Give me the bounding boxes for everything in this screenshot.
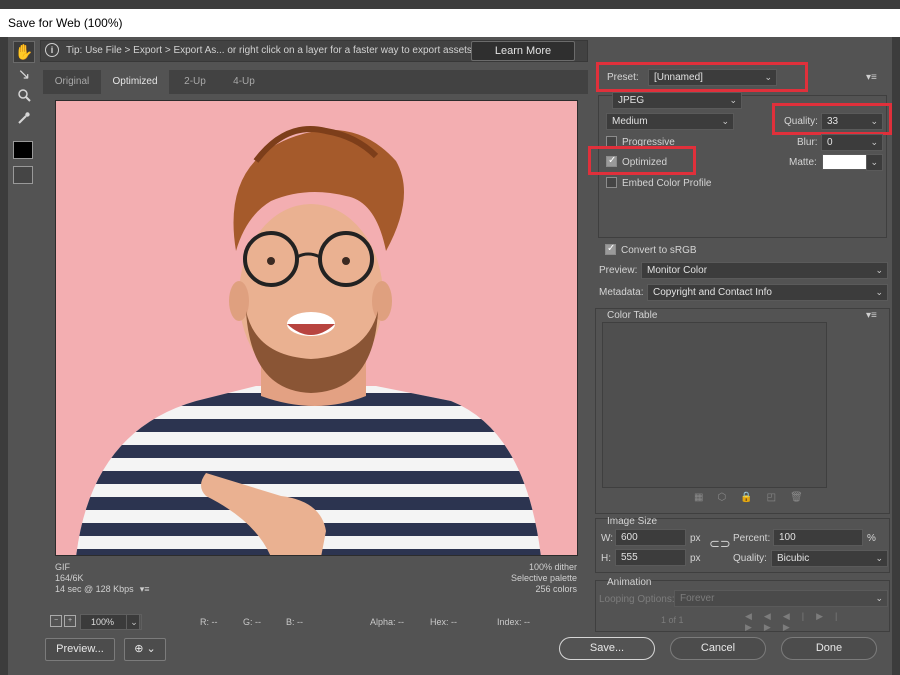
- eyedropper-color-swatch[interactable]: [13, 141, 33, 159]
- preview-mode-select[interactable]: Monitor Color ⌄: [641, 262, 888, 279]
- info-icon: i: [45, 43, 59, 57]
- embed-color-profile-label: Embed Color Profile: [622, 178, 712, 189]
- compression-select[interactable]: Medium ⌄: [606, 113, 734, 130]
- animation-title: Animation: [607, 577, 652, 588]
- window-top-border: [0, 0, 900, 9]
- learn-more-button[interactable]: Learn More: [471, 41, 575, 61]
- chevron-down-icon[interactable]: ⌄: [126, 614, 142, 630]
- first-frame-icon: ◀◀: [745, 611, 783, 621]
- done-button[interactable]: Done: [781, 637, 877, 660]
- matte-swatch[interactable]: [822, 154, 867, 170]
- color-table-menu-icon[interactable]: ▾≡: [866, 310, 877, 321]
- resample-quality-label: Quality:: [733, 553, 767, 564]
- download-speed-menu-icon[interactable]: ▾≡: [140, 584, 150, 595]
- animation-controls: ◀◀◀|▶|▶▶▶: [745, 611, 900, 633]
- zoom-in-icon[interactable]: +: [64, 615, 76, 627]
- percent-input[interactable]: 100: [773, 529, 863, 546]
- frame-counter: 1 of 1: [661, 615, 684, 625]
- slice-select-tool-icon[interactable]: ↘: [13, 64, 35, 86]
- lock-icon[interactable]: 🔒: [740, 492, 766, 503]
- preview-mode-label: Preview:: [599, 265, 638, 276]
- toggle-slices-icon[interactable]: [13, 166, 33, 184]
- optimize-menu-icon[interactable]: ▾≡: [866, 72, 877, 83]
- tab-2-up[interactable]: 2-Up: [169, 70, 221, 94]
- browser-preview-button[interactable]: ⊕ ⌄: [124, 638, 166, 661]
- readout-r: R: --: [200, 617, 218, 627]
- width-label: W:: [601, 533, 614, 544]
- link-icon[interactable]: ⊂⊃: [709, 536, 731, 552]
- preset-highlight: [596, 62, 808, 92]
- height-unit: px: [690, 553, 701, 564]
- looping-label: Looping Options:: [599, 594, 675, 605]
- quality-highlight: [772, 103, 892, 135]
- matte-label: Matte:: [789, 157, 817, 168]
- percent-unit: %: [867, 533, 876, 544]
- convert-srgb-checkbox[interactable]: [605, 243, 616, 255]
- metadata-select[interactable]: Copyright and Contact Info ⌄: [647, 284, 888, 301]
- chevron-down-icon: ⌄: [146, 643, 156, 655]
- info-dither: 100% dither: [528, 562, 577, 572]
- percent-label: Percent:: [733, 533, 771, 544]
- toolbox: ✋ ↘: [8, 37, 40, 237]
- new-color-icon[interactable]: ◰: [767, 492, 790, 503]
- embed-color-profile-checkbox[interactable]: [606, 177, 617, 188]
- info-size: 164/6K: [55, 573, 84, 583]
- original-image-info: GIF 164/6K 14 sec @ 128 Kbps ▾≡: [55, 562, 149, 595]
- metadata-label: Metadata:: [599, 287, 644, 298]
- info-palette: Selective palette: [510, 573, 577, 583]
- readout-g: G: --: [243, 617, 261, 627]
- preview-button[interactable]: Preview...: [45, 638, 115, 661]
- color-table-title: Color Table: [607, 310, 658, 321]
- cancel-button[interactable]: Cancel: [670, 637, 766, 660]
- zoom-out-icon[interactable]: −: [50, 615, 62, 627]
- web-shift-icon[interactable]: ⬡: [717, 492, 740, 503]
- zoom-tool-icon[interactable]: [13, 87, 35, 109]
- blur-label: Blur:: [797, 137, 818, 148]
- optimized-highlight: [588, 146, 696, 175]
- readout-hex: Hex: --: [430, 617, 457, 627]
- looping-select: Forever ⌄: [674, 590, 888, 607]
- info-colors: 256 colors: [535, 584, 577, 594]
- optimized-image-info: 100% dither Selective palette 256 colors: [440, 562, 577, 595]
- trash-icon[interactable]: 🗑: [790, 492, 817, 503]
- readout-alpha: Alpha: --: [370, 617, 405, 627]
- convert-srgb-label: Convert to sRGB: [621, 245, 697, 256]
- format-select[interactable]: JPEG ⌄: [612, 92, 742, 109]
- info-download-time: 14 sec @ 128 Kbps: [55, 584, 134, 594]
- tab-4-up[interactable]: 4-Up: [221, 70, 267, 94]
- play-icon: ▶: [816, 611, 836, 621]
- height-input[interactable]: 555: [615, 549, 686, 566]
- tip-text: Tip: Use File > Export > Export As... or…: [66, 45, 472, 56]
- width-unit: px: [690, 533, 701, 544]
- tab-original[interactable]: Original: [43, 70, 101, 94]
- save-button[interactable]: Save...: [559, 637, 655, 660]
- color-table-actions: ▦⬡🔒◰🗑: [694, 492, 817, 503]
- height-label: H:: [601, 553, 611, 564]
- preview-image[interactable]: [55, 100, 578, 556]
- prev-frame-icon: ◀|: [782, 611, 817, 621]
- color-table-swatches[interactable]: [602, 322, 827, 488]
- globe-icon: ⊕: [134, 643, 144, 655]
- info-format: GIF: [55, 562, 70, 572]
- image-size-title: Image Size: [607, 516, 658, 527]
- hand-tool-icon[interactable]: ✋: [13, 41, 35, 63]
- matte-dropdown[interactable]: ⌄: [866, 154, 883, 171]
- tab-optimized[interactable]: Optimized: [101, 70, 169, 94]
- blur-input[interactable]: 0 ⌄: [821, 134, 883, 151]
- window-title: Save for Web (100%): [0, 9, 900, 37]
- eyedropper-tool-icon[interactable]: [13, 110, 35, 132]
- map-transparency-icon[interactable]: ▦: [694, 492, 717, 503]
- resample-quality-select[interactable]: Bicubic ⌄: [771, 550, 888, 567]
- last-frame-icon: ▶▶: [763, 622, 802, 632]
- readout-index: Index: --: [497, 617, 531, 627]
- width-input[interactable]: 600: [615, 529, 686, 546]
- readout-b: B: --: [286, 617, 303, 627]
